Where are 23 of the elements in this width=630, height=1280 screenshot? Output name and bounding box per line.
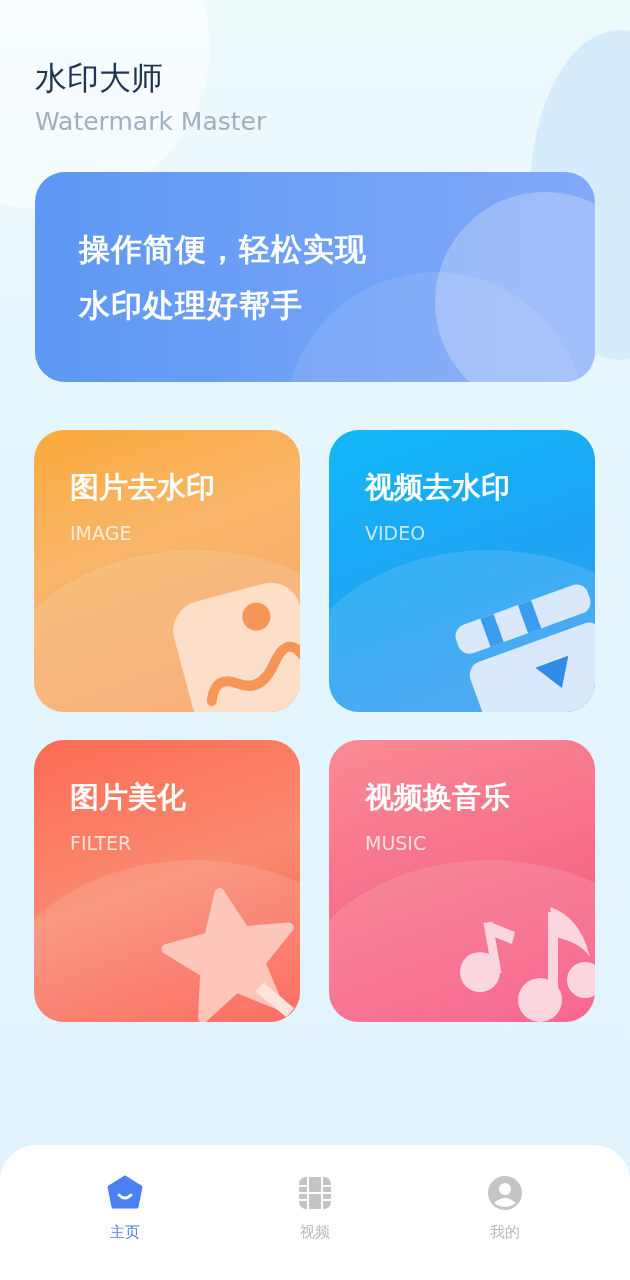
app-title: 水印大师	[35, 58, 164, 99]
app-subtitle: Watermark Master	[35, 107, 268, 136]
card-subtitle: IMAGE	[70, 522, 133, 544]
banner-text: 操作简便，轻松实现	[79, 230, 368, 269]
banner[interactable]: 操作简便，轻松实现 水印处理好帮手	[35, 172, 595, 382]
film-grid-icon	[297, 1175, 333, 1211]
card-subtitle: VIDEO	[365, 522, 427, 544]
nav-tab[interactable]: 我的	[465, 1175, 545, 1247]
nav-tab[interactable]: 主页	[85, 1175, 165, 1247]
card-title: 视频换音乐	[365, 779, 511, 816]
feature-card[interactable]: 视频去水印 VIDEO	[329, 430, 595, 712]
card-title: 图片美化	[70, 779, 187, 816]
card-title: 图片去水印	[70, 469, 216, 506]
profile-icon	[487, 1175, 523, 1211]
card-subtitle: MUSIC	[365, 832, 428, 854]
feature-card[interactable]: 图片美化 FILTER	[34, 740, 300, 1022]
nav-tab[interactable]: 视频	[275, 1175, 355, 1247]
home-icon	[107, 1175, 143, 1211]
card-title: 视频去水印	[365, 469, 511, 506]
feature-card[interactable]: 图片去水印 IMAGE	[34, 430, 300, 712]
card-subtitle: FILTER	[70, 832, 133, 854]
banner-text: 水印处理好帮手	[79, 286, 304, 325]
feature-card[interactable]: 视频换音乐 MUSIC	[329, 740, 595, 1022]
